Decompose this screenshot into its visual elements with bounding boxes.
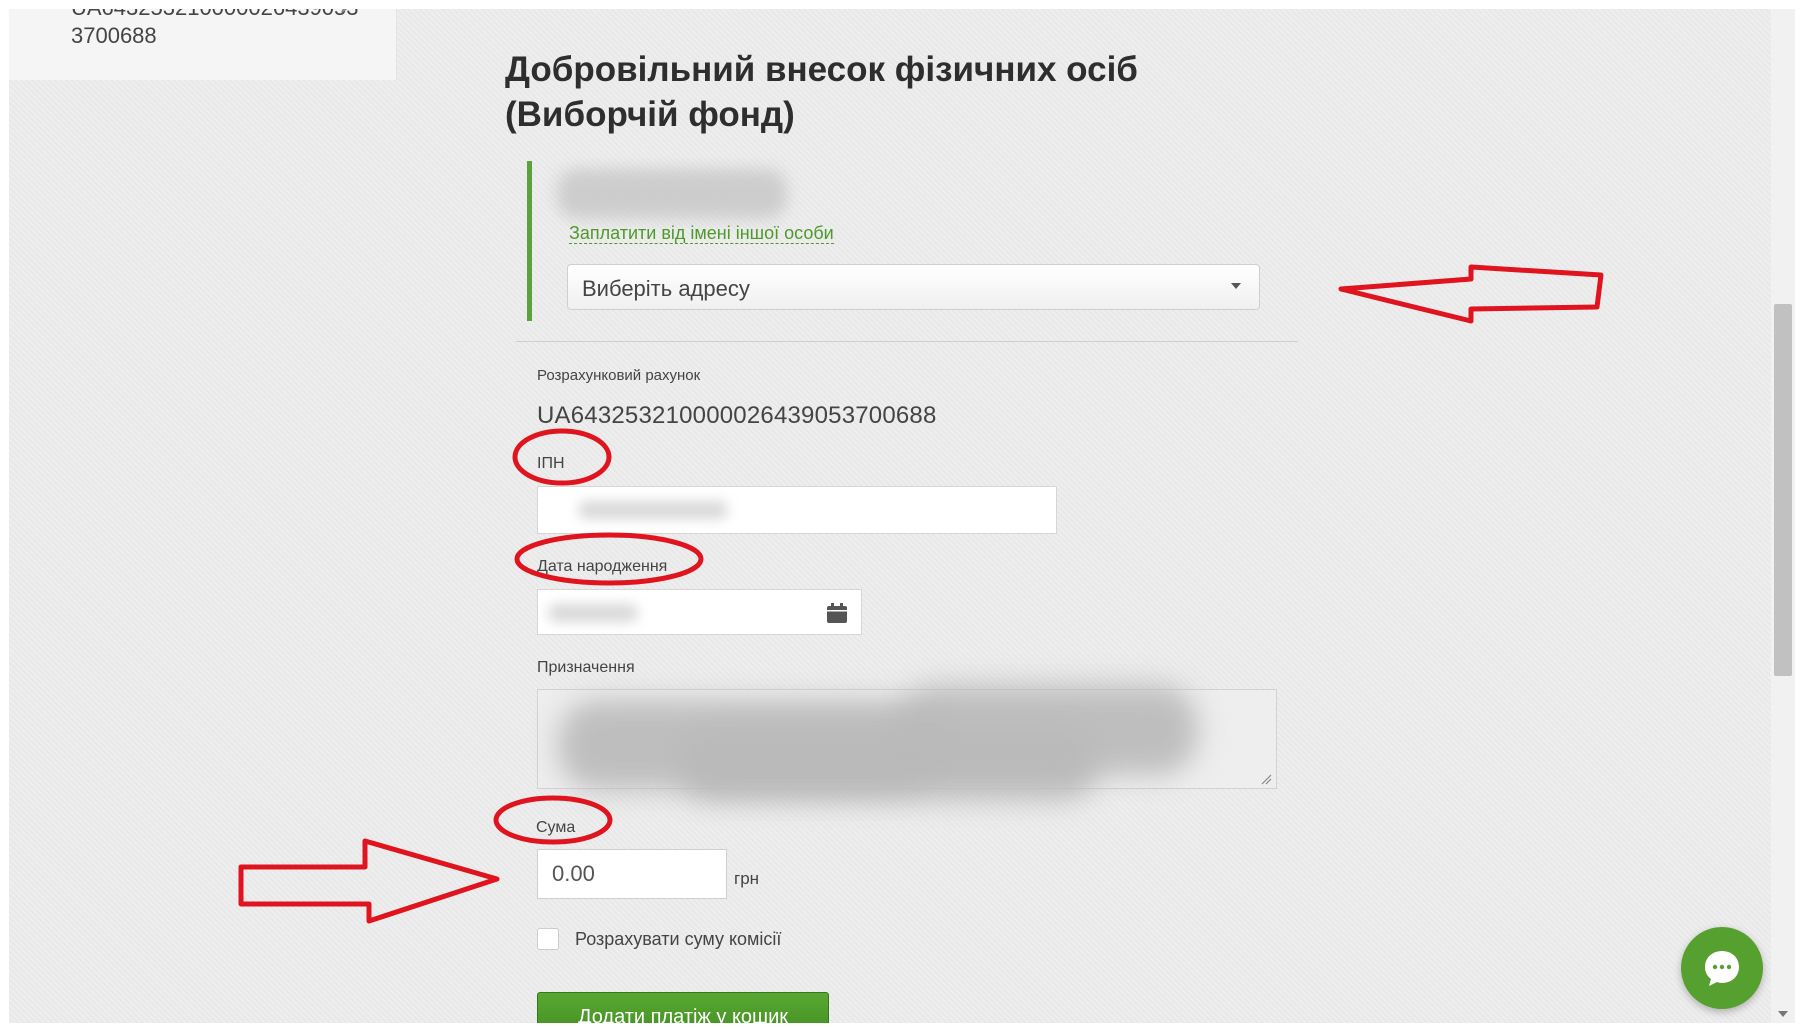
account-label: Розрахунковий рахунок	[537, 367, 701, 384]
annotation-arrow-amount	[238, 838, 500, 924]
scroll-thumb[interactable]	[1774, 304, 1792, 676]
redacted-payer-name	[557, 169, 787, 219]
pay-for-other-person-link[interactable]: Заплатити від імені іншої особи	[569, 223, 834, 244]
purpose-label: Призначення	[537, 659, 635, 676]
ipn-label: ІПН	[537, 455, 565, 472]
calendar-icon[interactable]	[826, 602, 848, 624]
payment-page: UA643253210000026439053 3700688 Добровіл…	[9, 9, 1795, 1023]
amount-label: Сума	[536, 819, 576, 836]
ipn-input[interactable]	[537, 486, 1057, 534]
page-title: Добровільний внесок фізичних осіб (Вибор…	[505, 47, 1205, 137]
caret-down-icon	[1231, 283, 1241, 289]
amount-input[interactable]	[537, 849, 727, 899]
purpose-textarea[interactable]	[537, 685, 1277, 800]
payer-block: Заплатити від імені іншої особи Виберіть…	[527, 161, 1292, 321]
section-divider	[516, 341, 1298, 342]
birth-date-input[interactable]	[537, 589, 862, 635]
vertical-scrollbar[interactable]	[1771, 9, 1795, 1023]
page-title-line2: (Виборчій фонд)	[505, 95, 795, 134]
account-value: UA643253210000026439053700688	[537, 402, 937, 429]
birth-date-label: Дата народження	[537, 558, 668, 575]
currency-label: грн	[734, 869, 760, 888]
add-to-cart-button[interactable]: Додати платіж у кошик	[537, 992, 829, 1023]
account-card-number-partial: UA643253210000026439053	[71, 9, 359, 21]
scroll-down-arrow-icon[interactable]	[1778, 1011, 1788, 1017]
account-card[interactable]: UA643253210000026439053 3700688	[9, 9, 397, 80]
resize-grip-icon[interactable]	[1260, 772, 1272, 785]
annotation-arrow-address	[1338, 264, 1604, 324]
commission-checkbox[interactable]	[537, 928, 559, 950]
chat-button[interactable]	[1681, 927, 1763, 1009]
redacted-birth-date	[548, 604, 638, 622]
page-title-line1: Добровільний внесок фізичних осіб	[505, 50, 1138, 89]
commission-checkbox-label[interactable]: Розрахувати суму комісії	[575, 929, 781, 950]
redacted-ipn	[578, 501, 728, 519]
address-select-value: Виберіть адресу	[582, 276, 750, 301]
edit-pencil-icon[interactable]	[339, 9, 353, 13]
chat-bubble-icon	[1705, 951, 1739, 986]
account-card-number-tail: 3700688	[71, 23, 157, 48]
redacted-purpose-text-3	[678, 730, 1098, 800]
address-select[interactable]: Виберіть адресу	[567, 264, 1260, 310]
